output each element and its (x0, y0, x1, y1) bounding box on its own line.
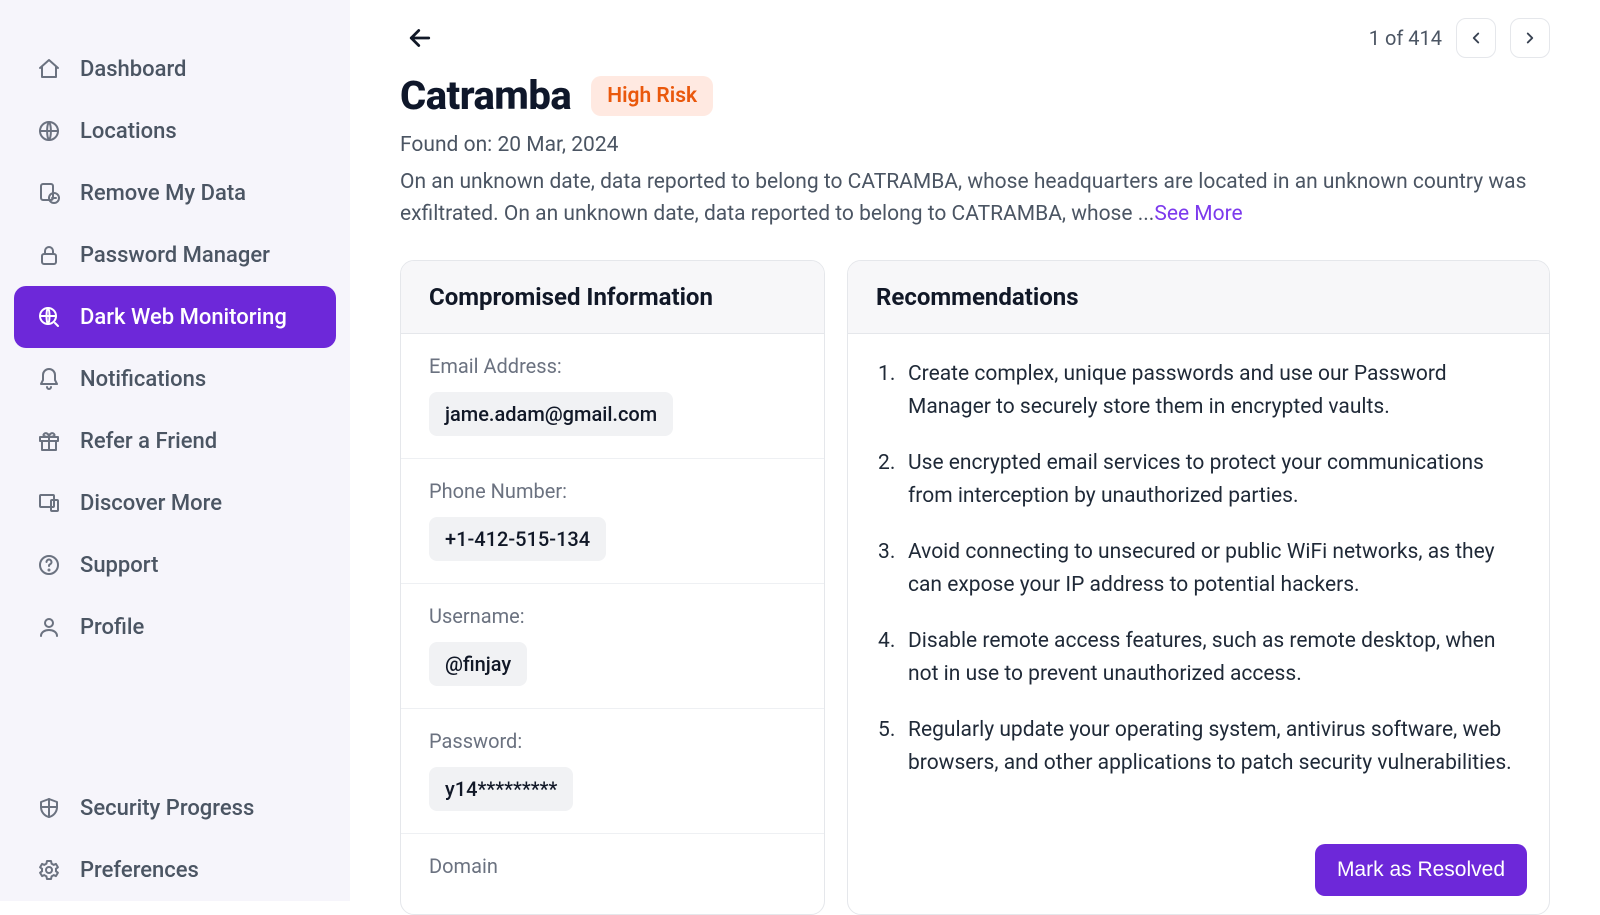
sidebar-item-label: Remove My Data (80, 181, 246, 206)
recommendation-item: Create complex, unique passwords and use… (878, 358, 1519, 423)
arrow-left-icon (405, 23, 435, 53)
recommendations-header: Recommendations (848, 261, 1549, 334)
bell-icon (36, 366, 62, 392)
mark-resolved-button[interactable]: Mark as Resolved (1315, 844, 1527, 896)
compromised-row-phone: Phone Number: +1-412-515-134 (401, 459, 824, 584)
compromised-list: Email Address: jame.adam@gmail.com Phone… (401, 334, 824, 914)
see-more-link[interactable]: See More (1154, 202, 1242, 226)
home-icon (36, 56, 62, 82)
sidebar-item-password-manager[interactable]: Password Manager (14, 224, 336, 286)
found-on: Found on: 20 Mar, 2024 (400, 133, 1550, 157)
sidebar-item-dashboard[interactable]: Dashboard (14, 38, 336, 100)
compromised-value: @finjay (429, 642, 527, 686)
sidebar-item-dark-web[interactable]: Dark Web Monitoring (14, 286, 336, 348)
user-icon (36, 614, 62, 640)
pager-text: 1 of 414 (1369, 26, 1442, 50)
breach-description-text: On an unknown date, data reported to bel… (400, 170, 1526, 226)
sidebar-item-label: Locations (80, 119, 177, 144)
chevron-right-icon (1521, 29, 1539, 47)
sidebar: Dashboard Locations Remove My Data Passw… (0, 0, 350, 901)
compromised-value: jame.adam@gmail.com (429, 392, 673, 436)
risk-badge: High Risk (591, 76, 713, 116)
compromised-label: Username: (429, 604, 796, 628)
compromised-label: Domain (429, 854, 796, 878)
pager-prev-button[interactable] (1456, 18, 1496, 58)
sidebar-item-support[interactable]: Support (14, 534, 336, 596)
compromised-row-username: Username: @finjay (401, 584, 824, 709)
recommendation-item: Use encrypted email services to protect … (878, 447, 1519, 512)
recommendation-item: Avoid connecting to unsecured or public … (878, 536, 1519, 601)
compromised-label: Phone Number: (429, 479, 796, 503)
sidebar-item-remove-data[interactable]: Remove My Data (14, 162, 336, 224)
title-row: Catramba High Risk (400, 72, 1550, 119)
sidebar-item-label: Dashboard (80, 57, 186, 82)
sidebar-item-discover[interactable]: Discover More (14, 472, 336, 534)
breach-title: Catramba (400, 72, 571, 119)
sidebar-item-label: Password Manager (80, 243, 270, 268)
gift-icon (36, 428, 62, 454)
chevron-left-icon (1467, 29, 1485, 47)
gear-icon (36, 857, 62, 883)
pager-next-button[interactable] (1510, 18, 1550, 58)
main-content: 1 of 414 Catramba High Risk Found on: 20… (350, 0, 1600, 901)
compromised-label: Email Address: (429, 354, 796, 378)
recommendations-body: Create complex, unique passwords and use… (848, 334, 1549, 893)
compromised-value: +1-412-515-134 (429, 517, 606, 561)
sidebar-bottom-group: Security Progress Preferences (14, 777, 336, 901)
sidebar-item-security-progress[interactable]: Security Progress (14, 777, 336, 839)
sidebar-item-label: Discover More (80, 491, 222, 516)
sidebar-item-label: Security Progress (80, 796, 254, 821)
globe-icon (36, 118, 62, 144)
compromised-row-domain: Domain (401, 834, 824, 914)
shield-icon (36, 795, 62, 821)
lock-icon (36, 242, 62, 268)
recommendations-list: Create complex, unique passwords and use… (878, 358, 1519, 779)
sidebar-item-label: Dark Web Monitoring (80, 305, 287, 330)
devices-icon (36, 490, 62, 516)
sidebar-item-label: Notifications (80, 367, 206, 392)
compromised-row-password: Password: y14********* (401, 709, 824, 834)
web-search-icon (36, 304, 62, 330)
sidebar-item-label: Refer a Friend (80, 429, 217, 454)
recommendation-item: Disable remote access features, such as … (878, 625, 1519, 690)
sidebar-item-preferences[interactable]: Preferences (14, 839, 336, 901)
compromised-row-email: Email Address: jame.adam@gmail.com (401, 334, 824, 459)
sidebar-item-label: Support (80, 553, 158, 578)
file-delete-icon (36, 180, 62, 206)
sidebar-item-label: Profile (80, 615, 144, 640)
recommendation-item: Regularly update your operating system, … (878, 714, 1519, 779)
compromised-value: y14********* (429, 767, 573, 811)
sidebar-item-profile[interactable]: Profile (14, 596, 336, 658)
compromised-label: Password: (429, 729, 796, 753)
panels: Compromised Information Email Address: j… (400, 260, 1550, 915)
sidebar-main-group: Dashboard Locations Remove My Data Passw… (14, 38, 336, 658)
sidebar-item-notifications[interactable]: Notifications (14, 348, 336, 410)
compromised-header: Compromised Information (401, 261, 824, 334)
sidebar-item-refer[interactable]: Refer a Friend (14, 410, 336, 472)
back-button[interactable] (400, 18, 440, 58)
sidebar-item-locations[interactable]: Locations (14, 100, 336, 162)
help-icon (36, 552, 62, 578)
topbar: 1 of 414 (400, 18, 1550, 58)
compromised-panel: Compromised Information Email Address: j… (400, 260, 825, 915)
breach-description: On an unknown date, data reported to bel… (400, 167, 1550, 230)
recommendations-panel: Recommendations Create complex, unique p… (847, 260, 1550, 915)
sidebar-item-label: Preferences (80, 858, 199, 883)
pager: 1 of 414 (1369, 18, 1550, 58)
